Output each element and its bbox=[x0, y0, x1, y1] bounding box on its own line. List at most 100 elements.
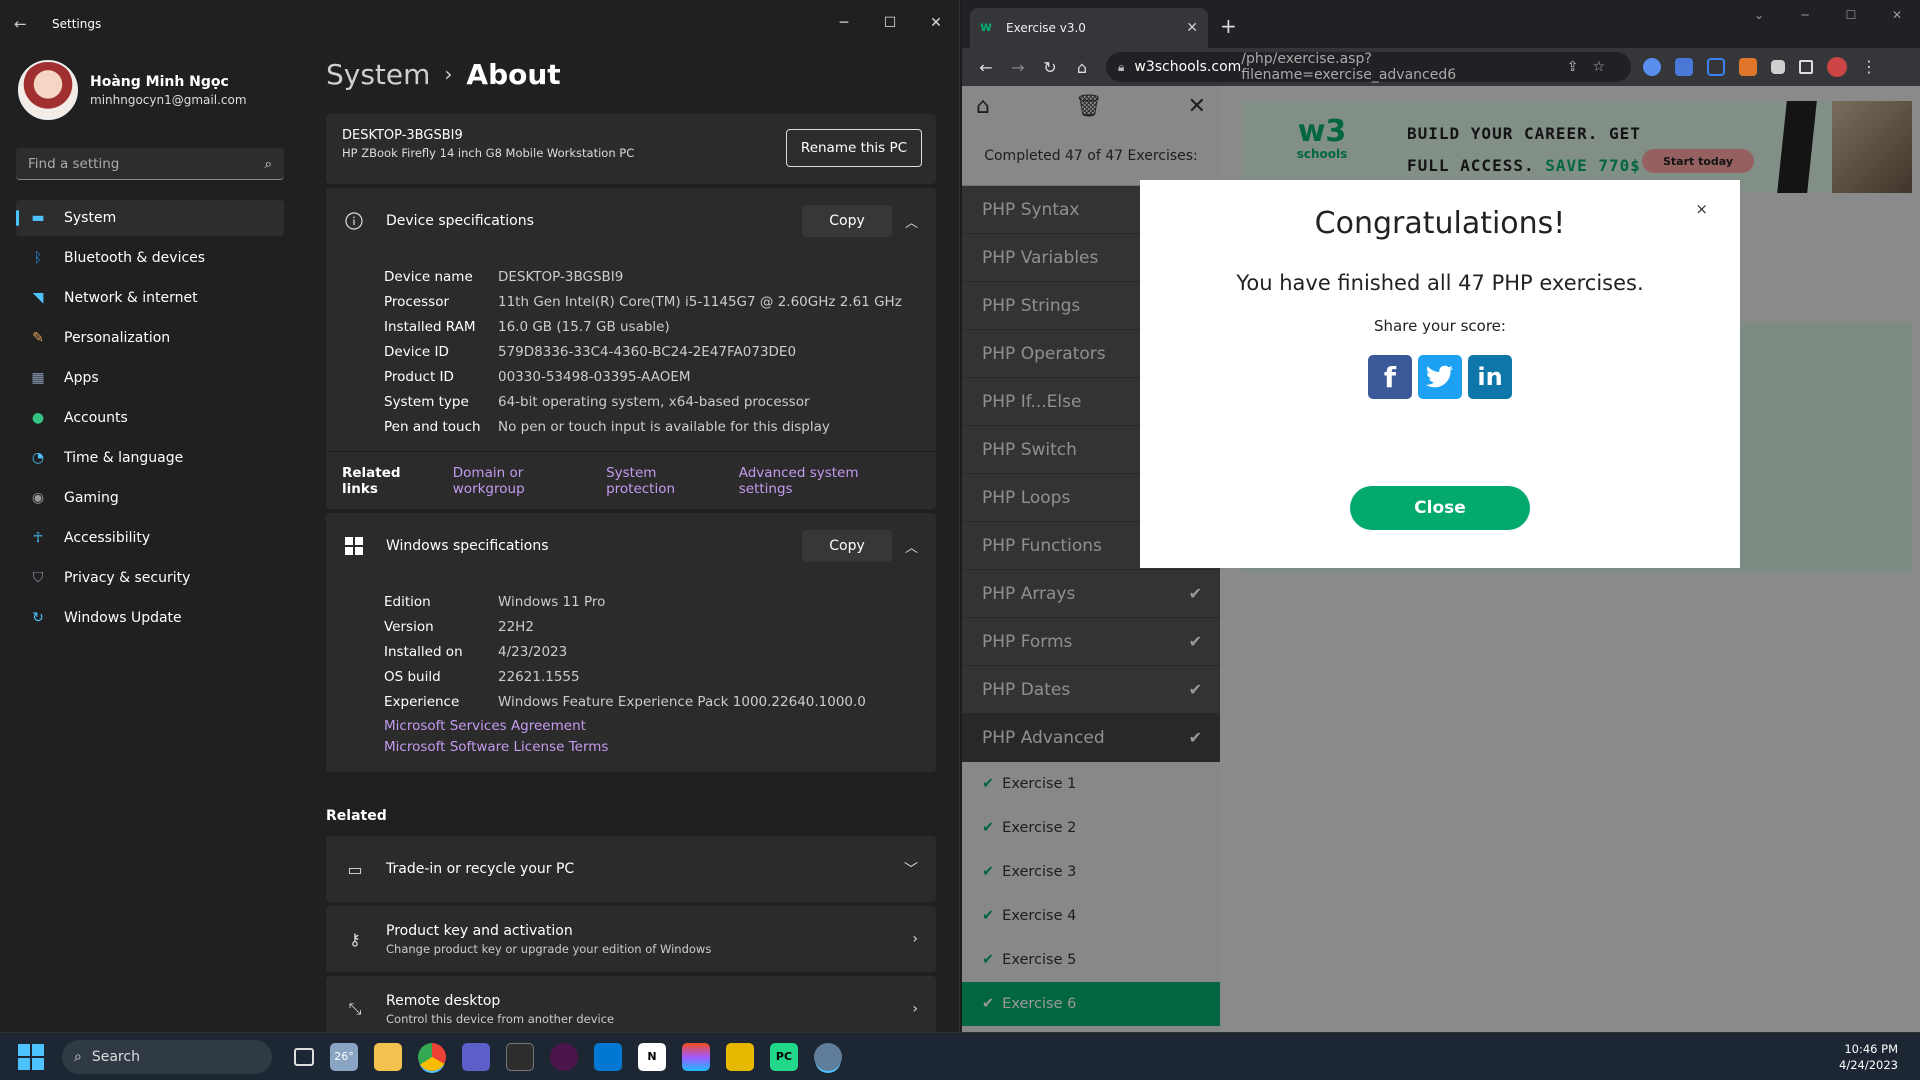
fox-extension-icon[interactable] bbox=[1739, 58, 1757, 76]
sidebar-item[interactable]: ◥ Network & internet bbox=[16, 280, 284, 316]
chrome-icon[interactable] bbox=[418, 1042, 446, 1071]
link-services-agreement[interactable]: Microsoft Services Agreement bbox=[326, 718, 936, 739]
close-icon[interactable]: ✕ bbox=[913, 6, 959, 40]
link-license-terms[interactable]: Microsoft Software License Terms bbox=[326, 739, 936, 760]
linkedin-icon[interactable]: in bbox=[1468, 355, 1512, 399]
update-icon: ↻ bbox=[32, 610, 44, 626]
task-view-icon[interactable] bbox=[294, 1047, 314, 1066]
sidebar-item[interactable]: ◉ Gaming bbox=[16, 480, 284, 516]
sidebar-item[interactable]: ▬ System bbox=[16, 200, 284, 236]
modal-message: You have finished all 47 PHP exercises. bbox=[1236, 271, 1644, 295]
windows-logo-icon bbox=[344, 536, 364, 556]
extension-icon[interactable] bbox=[1643, 58, 1661, 76]
spec-key: Installed RAM bbox=[384, 318, 476, 335]
menu-kebab-icon[interactable]: ⋮ bbox=[1861, 58, 1877, 76]
copy-windows-specs-button[interactable]: Copy bbox=[802, 530, 892, 562]
weather-icon[interactable]: 26° bbox=[330, 1042, 358, 1071]
crop-extension-icon[interactable] bbox=[1707, 58, 1725, 76]
sidebar-item-label: Personalization bbox=[64, 330, 171, 346]
minimize-icon[interactable]: ─ bbox=[821, 6, 867, 40]
taskbar-search[interactable]: ⌕ Search bbox=[62, 1039, 272, 1074]
user-profile[interactable]: Hoàng Minh Ngọc minhngocyn1@gmail.com bbox=[18, 48, 284, 132]
profile-avatar[interactable] bbox=[1827, 57, 1847, 77]
share-star-icons[interactable]: ⇪☆ bbox=[1567, 59, 1619, 75]
system-clock[interactable]: 10:46 PM 4/24/2023 bbox=[1839, 1041, 1898, 1073]
brush-icon: ✎ bbox=[32, 330, 44, 346]
figma-icon[interactable] bbox=[682, 1042, 710, 1071]
spec-key: System type bbox=[384, 393, 469, 410]
congratulations-modal: × Congratulations! You have finished all… bbox=[1140, 180, 1740, 568]
forward-icon[interactable]: → bbox=[1002, 58, 1034, 77]
link-system-protection[interactable]: System protection bbox=[606, 465, 717, 497]
new-tab-icon[interactable]: + bbox=[1220, 14, 1237, 38]
sidepanel-icon[interactable] bbox=[1799, 60, 1813, 74]
slack-icon[interactable] bbox=[550, 1042, 578, 1071]
close-tab-icon[interactable]: ✕ bbox=[1186, 20, 1198, 36]
extensions-area: ⋮ bbox=[1643, 57, 1879, 77]
teams-icon[interactable] bbox=[462, 1042, 490, 1071]
find-setting-input[interactable]: Find a setting ⌕ bbox=[16, 148, 284, 180]
address-bar[interactable]: 🔒︎ w3schools.com /php/exercise.asp?filen… bbox=[1106, 51, 1631, 83]
laptop-icon: ▭ bbox=[347, 859, 363, 879]
start-button-icon[interactable] bbox=[18, 1043, 44, 1070]
home-icon[interactable]: ⌂ bbox=[1066, 58, 1098, 77]
file-explorer-icon[interactable] bbox=[374, 1042, 402, 1071]
back-icon[interactable]: ← bbox=[970, 58, 1002, 77]
windows-specs-header[interactable]: Windows specifications Copy ︿ bbox=[326, 513, 936, 579]
sidebar-item[interactable]: ⛉ Privacy & security bbox=[16, 560, 284, 596]
url-path: /php/exercise.asp?filename=exercise_adva… bbox=[1241, 51, 1457, 83]
puzzle-icon[interactable] bbox=[1771, 60, 1785, 74]
chevron-up-icon[interactable]: ︿ bbox=[905, 537, 918, 556]
terminal-icon[interactable] bbox=[506, 1042, 534, 1071]
vscode-icon[interactable] bbox=[594, 1042, 622, 1071]
translate-icon[interactable] bbox=[1675, 58, 1693, 76]
modal-close-icon[interactable]: × bbox=[1695, 200, 1708, 218]
close-modal-button[interactable]: Close bbox=[1350, 486, 1530, 530]
sidebar-item[interactable]: ◔ Time & language bbox=[16, 440, 284, 476]
browser-tab[interactable]: w Exercise v3.0 ✕ bbox=[970, 8, 1208, 48]
product-key-card[interactable]: ⚷ Product key and activation Change prod… bbox=[326, 906, 936, 972]
back-arrow-icon[interactable]: ← bbox=[14, 15, 36, 33]
avatar bbox=[18, 60, 78, 120]
sidebar-item-label: Time & language bbox=[64, 450, 184, 466]
rename-pc-button[interactable]: Rename this PC bbox=[786, 129, 922, 167]
breadcrumb-separator: › bbox=[444, 62, 453, 86]
sidebar-item-label: Accessibility bbox=[64, 530, 151, 546]
notion-icon[interactable]: N bbox=[638, 1042, 666, 1071]
reload-icon[interactable]: ↻ bbox=[1034, 58, 1066, 77]
spec-row: Processor 11th Gen Intel(R) Core(TM) i5-1… bbox=[384, 289, 936, 314]
remote-desktop-subtitle: Control this device from another device bbox=[386, 1011, 615, 1026]
device-specs-header[interactable]: Device specifications Copy ︿ bbox=[326, 188, 936, 254]
sidebar-item[interactable]: ↻ Windows Update bbox=[16, 600, 284, 636]
link-advanced-system-settings[interactable]: Advanced system settings bbox=[739, 465, 898, 497]
snipping-tool-icon[interactable] bbox=[726, 1042, 754, 1071]
device-specs-card: Device specifications Copy ︿ Device name… bbox=[326, 188, 936, 509]
twitter-icon[interactable] bbox=[1418, 355, 1462, 399]
close-icon[interactable]: ✕ bbox=[1874, 0, 1920, 30]
chevron-up-icon[interactable]: ︿ bbox=[905, 212, 918, 231]
remote-desktop-card[interactable]: ⤡ Remote desktop Control this device fro… bbox=[326, 976, 936, 1032]
sidebar-item[interactable]: ✎ Personalization bbox=[16, 320, 284, 356]
sidebar-item[interactable]: ☥ Accessibility bbox=[16, 520, 284, 556]
sidebar-item[interactable]: ▦ Apps bbox=[16, 360, 284, 396]
spec-value: Windows Feature Experience Pack 1000.226… bbox=[498, 693, 866, 710]
spec-key: Pen and touch bbox=[384, 418, 481, 435]
breadcrumb-system[interactable]: System bbox=[326, 58, 430, 91]
minimize-icon[interactable]: ─ bbox=[1782, 0, 1828, 30]
maximize-icon[interactable]: ☐ bbox=[1828, 0, 1874, 30]
facebook-icon[interactable]: f bbox=[1368, 355, 1412, 399]
sidebar-item[interactable]: ᛒ Bluetooth & devices bbox=[16, 240, 284, 276]
link-domain-workgroup[interactable]: Domain or workgroup bbox=[453, 465, 584, 497]
maximize-icon[interactable]: ☐ bbox=[867, 6, 913, 40]
shield-icon: ⛉ bbox=[32, 570, 44, 586]
copy-device-specs-button[interactable]: Copy bbox=[802, 205, 892, 237]
device-specs-list: Device name DESKTOP-3BGSBI9 Processor 11th … bbox=[326, 254, 936, 451]
sidebar-item[interactable]: ● Accounts bbox=[16, 400, 284, 436]
settings-app-icon[interactable] bbox=[814, 1042, 842, 1071]
trade-in-card[interactable]: ▭ Trade-in or recycle your PC ﹀ bbox=[326, 836, 936, 902]
key-icon: ⚷ bbox=[349, 929, 361, 949]
modal-title: Congratulations! bbox=[1314, 206, 1566, 241]
pycharm-icon[interactable]: PC bbox=[770, 1042, 798, 1071]
spec-value: 22621.1555 bbox=[498, 668, 580, 685]
tab-search-icon[interactable]: ⌄ bbox=[1736, 0, 1782, 30]
